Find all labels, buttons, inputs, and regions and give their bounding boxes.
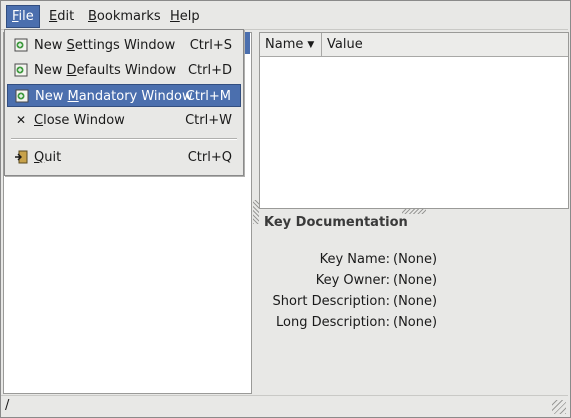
doc-row-key-name: Key Name: [260,251,390,269]
menu-help-label: elp [179,9,200,24]
menu-bookmarks[interactable]: Bookmarks [83,6,166,27]
menu-bookmarks-label: ookmarks [96,9,161,24]
label-pre: New [34,38,67,53]
column-header-name[interactable]: Name ▼ [260,33,322,57]
label-mnemonic: S [66,38,75,53]
menu-edit-mnemonic: E [49,9,58,24]
menu-item-close-window[interactable]: ✕ Close Window Ctrl+W [7,109,241,132]
new-window-icon [15,89,29,103]
label-rest: efaults Window [76,63,177,78]
status-path: / [5,398,10,413]
column-value-label: Value [327,37,363,52]
menu-item-shortcut: Ctrl+D [187,63,232,78]
doc-label: Long Description: [275,315,390,330]
key-value-list[interactable]: Name ▼ Value [259,32,569,209]
pane-resize-handle-horizontal[interactable] [402,208,426,214]
menu-item-new-settings-window[interactable]: New Settings Window Ctrl+S [7,34,241,57]
menu-item-shortcut: Ctrl+W [185,113,232,128]
label-mnemonic: C [34,113,44,128]
menu-file[interactable]: File [6,5,40,28]
label-rest: lose Window [43,113,125,128]
menu-item-shortcut: Ctrl+M [185,89,231,104]
quit-icon [15,150,28,164]
label-rest: andatory Window [78,89,193,104]
doc-label: Key Owner: [315,273,390,288]
menu-edit-label: dit [57,9,75,24]
label-pre: New [34,63,67,78]
menu-item-shortcut: Ctrl+S [189,38,232,53]
doc-value: (None) [393,252,438,267]
doc-value: (None) [393,294,438,309]
label-pre: New [35,89,68,104]
new-window-icon [14,63,28,77]
menubar: File Edit Bookmarks Help [1,1,568,30]
label-mnemonic: Q [34,150,45,165]
column-name-label: Name [265,37,304,52]
key-documentation-heading: Key Documentation [264,215,408,230]
column-header-value[interactable]: Value [322,33,568,57]
doc-label: Key Name: [319,252,390,267]
menu-item-new-defaults-window[interactable]: New Defaults Window Ctrl+D [7,59,241,82]
pane-resize-handle-vertical[interactable] [253,200,259,224]
menu-item-new-mandatory-window[interactable]: New Mandatory Window Ctrl+M [7,84,241,107]
doc-value: (None) [393,273,438,288]
menu-item-label: New Defaults Window [34,59,176,82]
menu-separator [11,138,237,140]
menu-item-label: Quit [34,146,61,169]
menu-edit[interactable]: Edit [44,6,79,27]
label-rest: uit [44,150,62,165]
menu-item-label: New Mandatory Window [35,85,193,108]
close-icon: ✕ [15,113,27,127]
menu-file-label: ile [18,9,34,24]
label-mnemonic: D [66,63,77,78]
doc-row-short-description: Short Description: [260,293,390,311]
label-rest: ettings Window [74,38,176,53]
menu-item-label: New Settings Window [34,34,175,57]
new-window-icon [14,38,28,52]
file-menu-dropdown: New Settings Window Ctrl+S New Defaults … [4,29,244,176]
doc-row-key-owner: Key Owner: [260,272,390,290]
doc-label: Short Description: [272,294,390,309]
menu-help[interactable]: Help [165,6,205,27]
resize-grip-icon[interactable] [552,400,566,414]
label-mnemonic: M [67,89,79,104]
menu-bookmarks-mnemonic: B [88,9,97,24]
sort-descending-icon: ▼ [307,40,315,50]
menu-item-shortcut: Ctrl+Q [187,150,232,165]
doc-row-long-description: Long Description: [260,314,390,332]
menu-help-mnemonic: H [170,9,180,24]
menu-item-quit[interactable]: Quit Ctrl+Q [7,146,241,169]
doc-value: (None) [393,315,438,330]
menu-item-label: Close Window [34,109,125,132]
statusbar: / [1,395,568,416]
